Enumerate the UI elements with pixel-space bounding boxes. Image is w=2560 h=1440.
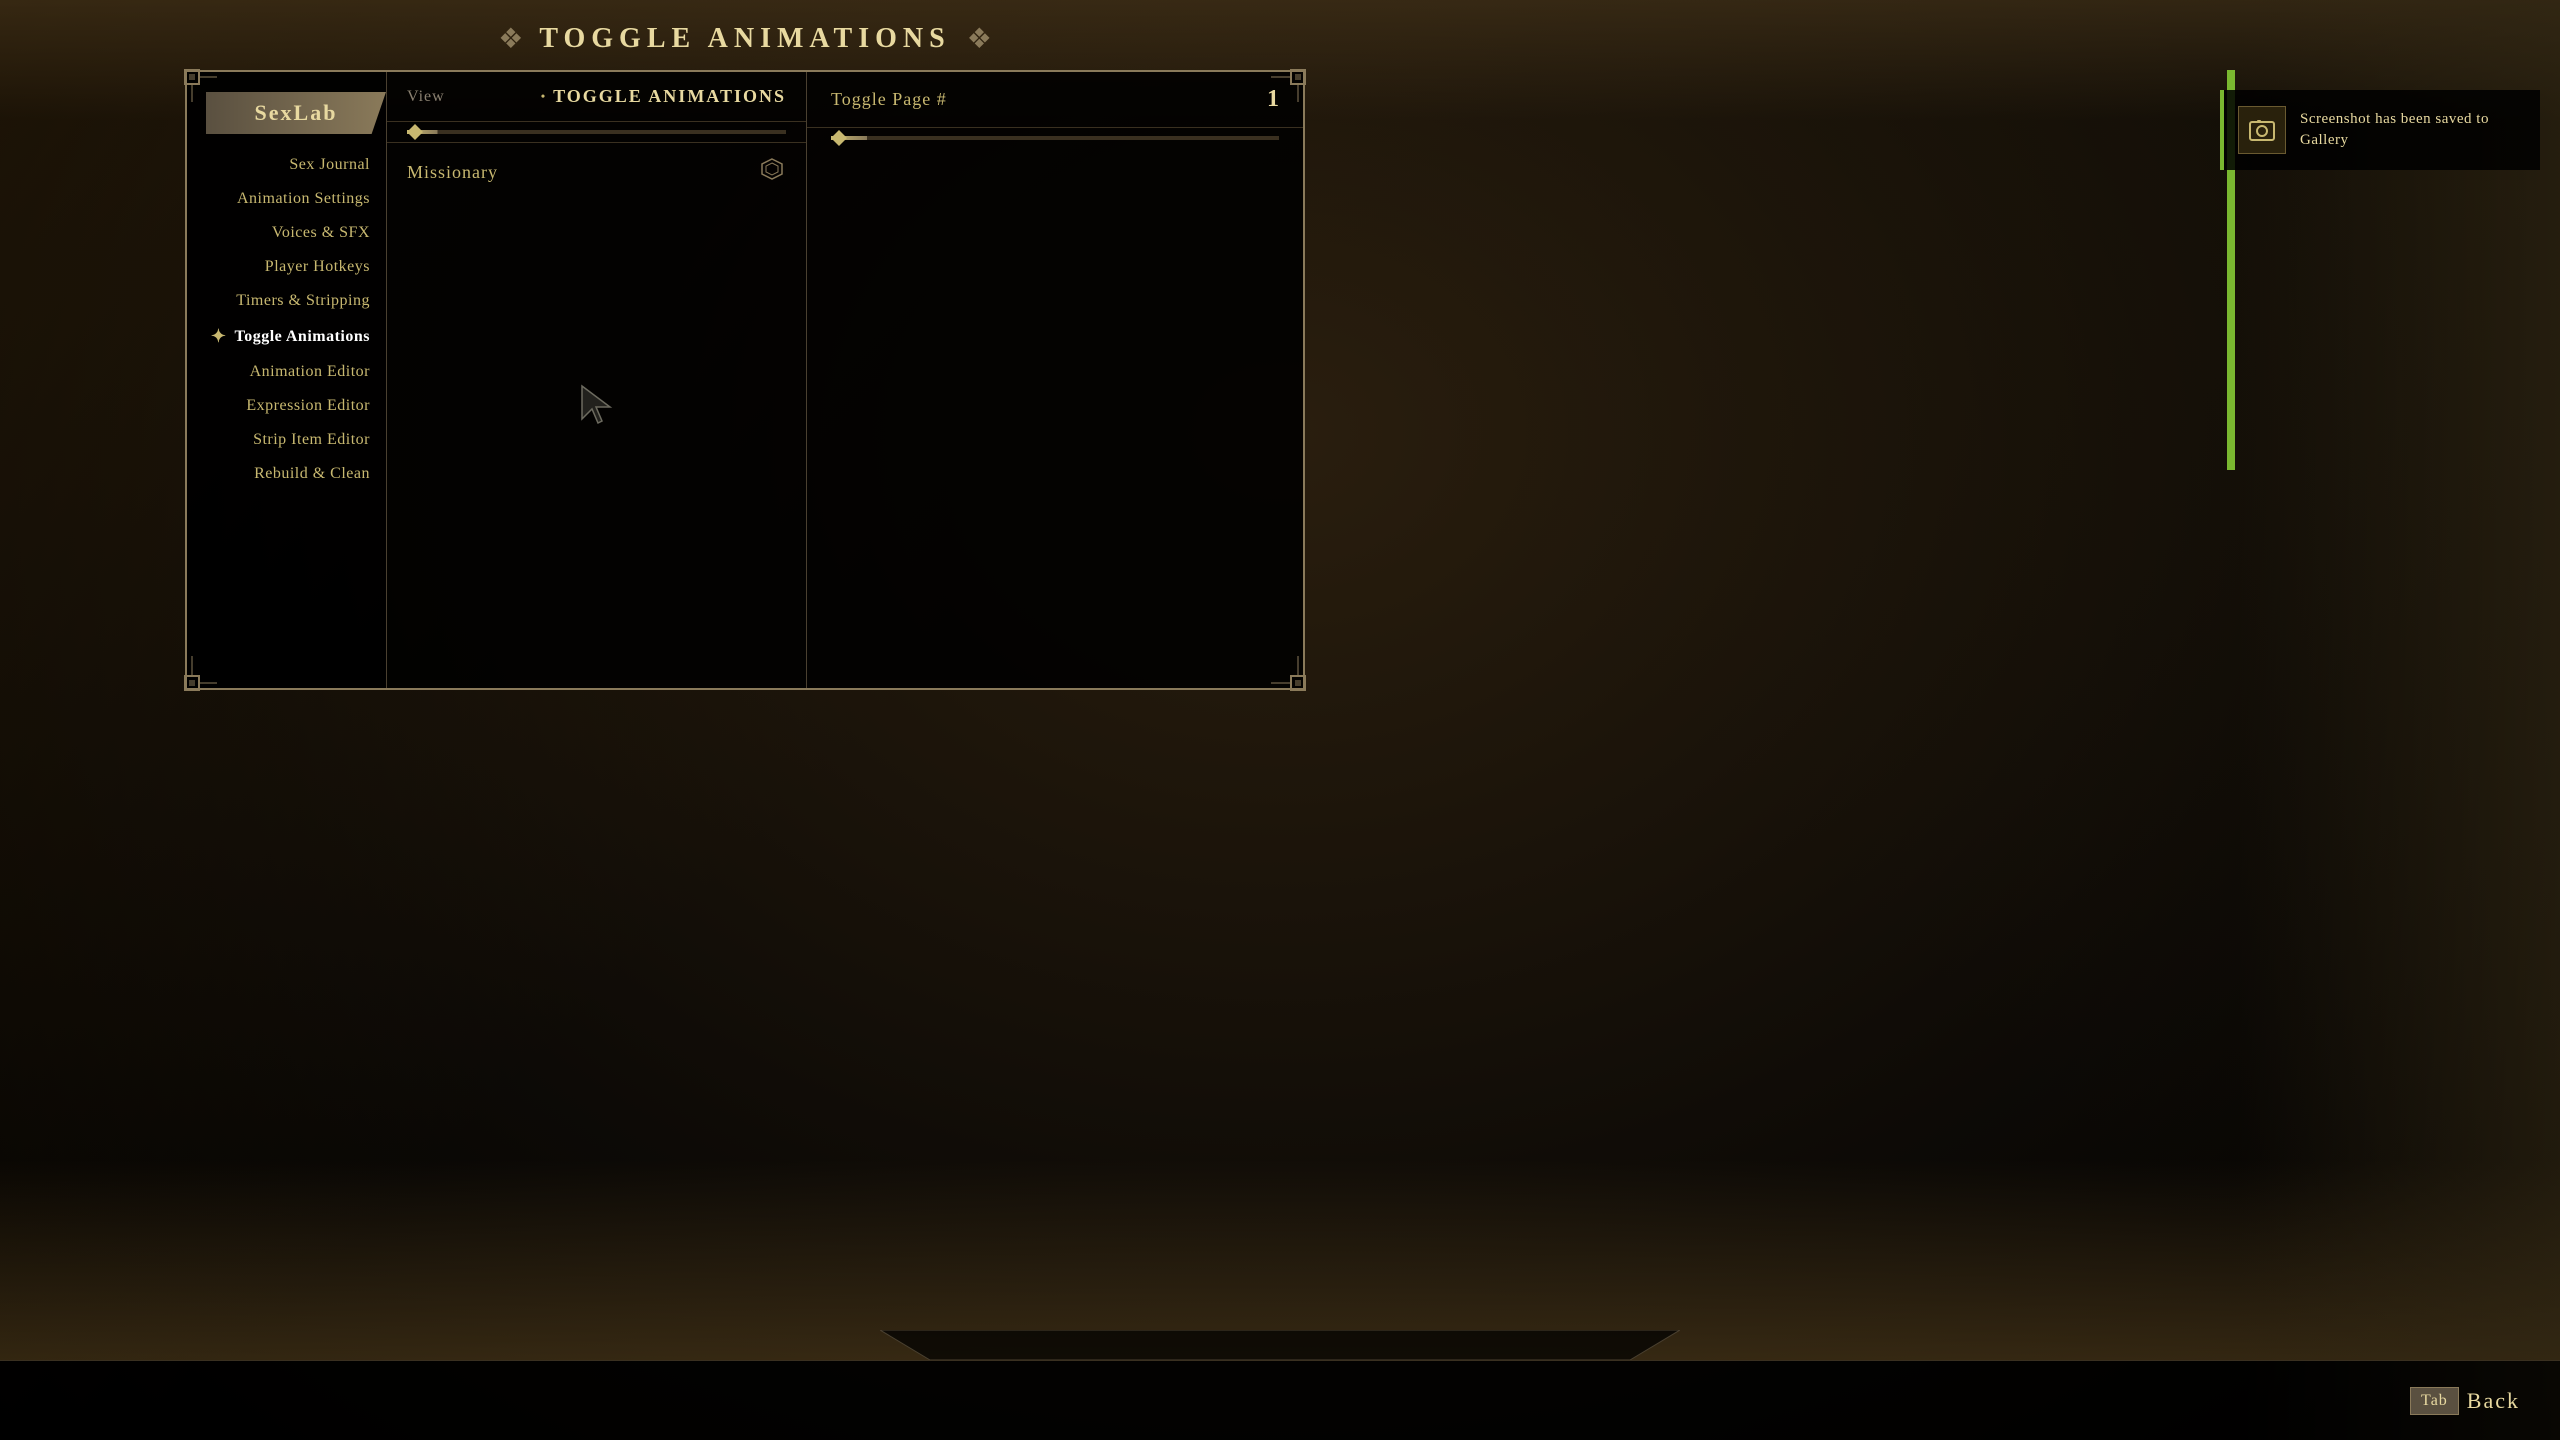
page-title: TOGGLE ANIMATIONS	[539, 23, 950, 55]
back-label: Back	[2467, 1388, 2520, 1414]
sidebar-item-animation-editor[interactable]: Animation Editor	[187, 357, 386, 387]
middle-slider-container[interactable]	[387, 122, 806, 143]
tab-key-label: Tab	[2410, 1387, 2459, 1415]
animation-list-item[interactable]: Missionary	[387, 143, 806, 201]
bullet-icon: •	[541, 89, 547, 104]
sidebar-item-sex-journal[interactable]: Sex Journal	[187, 150, 386, 180]
corner-decoration-bl	[183, 656, 219, 692]
notification-icon	[2238, 106, 2286, 154]
back-button[interactable]: Tab Back	[2410, 1387, 2520, 1415]
right-wall-decoration	[2240, 0, 2560, 1440]
animation-label: Missionary	[407, 162, 498, 183]
toggle-page-label: Toggle Page #	[831, 89, 947, 110]
right-slider-container[interactable]	[807, 128, 1303, 148]
title-ornament-left: ❖	[498, 22, 523, 56]
bottom-trapezoid-decoration	[880, 1330, 1680, 1360]
sidebar-item-voices-sfx[interactable]: Voices & SFX	[187, 218, 386, 248]
view-value: • TOGGLE ANIMATIONS	[541, 86, 786, 107]
sidebar-item-expression-editor[interactable]: Expression Editor	[187, 391, 386, 421]
cursor-indicator	[572, 381, 622, 441]
sidebar-item-rebuild-clean[interactable]: Rebuild & Clean	[187, 459, 386, 489]
sidebar-title: SexLab	[206, 92, 386, 134]
sidebar-item-timers-stripping[interactable]: Timers & Stripping	[187, 286, 386, 316]
corner-decoration-br	[1271, 656, 1307, 692]
middle-slider-track[interactable]	[407, 130, 786, 134]
right-slider-handle[interactable]	[831, 130, 847, 146]
middle-panel-header: View • TOGGLE ANIMATIONS	[387, 72, 806, 122]
animation-toggle-icon[interactable]	[758, 155, 786, 189]
right-panel-header: Toggle Page # 1	[807, 72, 1303, 128]
sidebar-item-player-hotkeys[interactable]: Player Hotkeys	[187, 252, 386, 282]
middle-panel: View • TOGGLE ANIMATIONS Missionary	[387, 72, 807, 688]
title-ornament-right: ❖	[967, 22, 992, 56]
notification-toast: Screenshot has been saved to Gallery	[2220, 90, 2540, 170]
corner-decoration-tr	[1271, 68, 1307, 104]
notification-text: Screenshot has been saved to Gallery	[2300, 109, 2526, 151]
sidebar: SexLab Sex Journal Animation Settings Vo…	[187, 72, 387, 688]
sidebar-item-animation-settings[interactable]: Animation Settings	[187, 184, 386, 214]
middle-slider-handle[interactable]	[407, 124, 423, 140]
bottom-bar: Tab Back	[0, 1360, 2560, 1440]
corner-decoration-tl	[183, 68, 219, 104]
main-ui-container: ❖ TOGGLE ANIMATIONS ❖ SexLab Sex Journal…	[185, 70, 1305, 690]
view-label: View	[407, 88, 445, 106]
title-bar: ❖ TOGGLE ANIMATIONS ❖	[498, 22, 992, 56]
sidebar-item-toggle-animations[interactable]: ✦ Toggle Animations	[187, 320, 386, 353]
active-menu-icon: ✦	[211, 326, 227, 347]
right-slider-track[interactable]	[831, 136, 1279, 140]
sidebar-item-strip-item-editor[interactable]: Strip Item Editor	[187, 425, 386, 455]
right-panel: Toggle Page # 1	[807, 72, 1303, 688]
